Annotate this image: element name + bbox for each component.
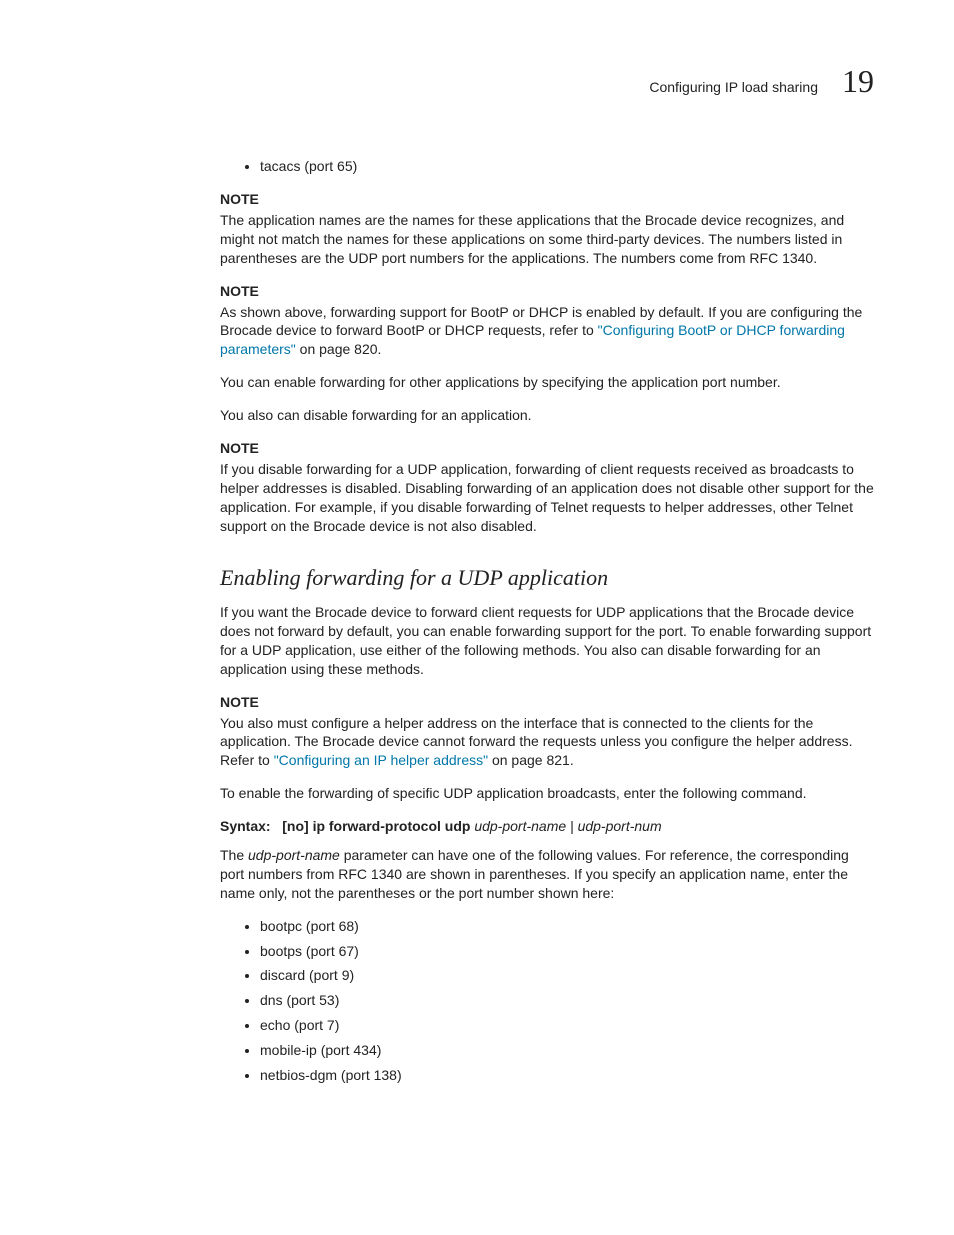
- list-item: bootpc (port 68): [260, 917, 874, 936]
- note-label: NOTE: [220, 439, 874, 458]
- chapter-number: 19: [842, 60, 874, 103]
- paragraph: The udp-port-name parameter can have one…: [220, 846, 874, 903]
- list-item: discard (port 9): [260, 966, 874, 985]
- list-item: tacacs (port 65): [260, 157, 874, 176]
- note-body: As shown above, forwarding support for B…: [220, 303, 874, 360]
- link-ip-helper-address[interactable]: "Configuring an IP helper address": [274, 752, 488, 768]
- note-label: NOTE: [220, 190, 874, 209]
- list-item: netbios-dgm (port 138): [260, 1066, 874, 1085]
- list-item: dns (port 53): [260, 991, 874, 1010]
- top-port-list: tacacs (port 65): [220, 157, 874, 176]
- note-text: on page 821.: [488, 752, 574, 768]
- page-header: Configuring IP load sharing 19: [220, 60, 874, 103]
- paragraph: You also can disable forwarding for an a…: [220, 406, 874, 425]
- note-body: You also must configure a helper address…: [220, 714, 874, 771]
- port-value-list: bootpc (port 68) bootps (port 67) discar…: [220, 917, 874, 1085]
- list-item: echo (port 7): [260, 1016, 874, 1035]
- section-heading: Enabling forwarding for a UDP applicatio…: [220, 563, 874, 593]
- paragraph: To enable the forwarding of specific UDP…: [220, 784, 874, 803]
- syntax-command: [no] ip forward-protocol udp: [282, 818, 470, 834]
- note-label: NOTE: [220, 693, 874, 712]
- document-page: Configuring IP load sharing 19 tacacs (p…: [0, 0, 954, 1235]
- list-item: mobile-ip (port 434): [260, 1041, 874, 1060]
- paragraph: If you want the Brocade device to forwar…: [220, 603, 874, 679]
- list-item: bootps (port 67): [260, 942, 874, 961]
- note-body: If you disable forwarding for a UDP appl…: [220, 460, 874, 536]
- param-text: The: [220, 847, 248, 863]
- header-title: Configuring IP load sharing: [649, 78, 818, 97]
- note-text: on page 820.: [296, 341, 382, 357]
- note-label: NOTE: [220, 282, 874, 301]
- syntax-args: udp-port-name | udp-port-num: [474, 818, 661, 834]
- syntax-label: Syntax:: [220, 818, 271, 834]
- param-name: udp-port-name: [248, 847, 340, 863]
- syntax-line: Syntax: [no] ip forward-protocol udp udp…: [220, 817, 874, 836]
- note-body: The application names are the names for …: [220, 211, 874, 268]
- paragraph: You can enable forwarding for other appl…: [220, 373, 874, 392]
